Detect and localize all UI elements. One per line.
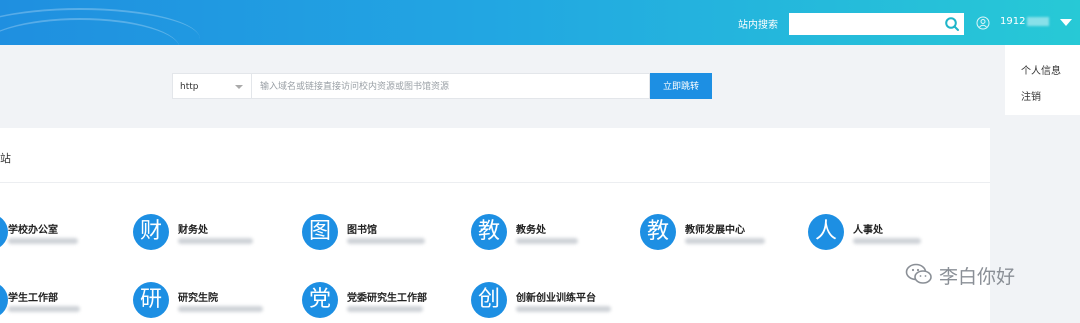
site-name: 学生工作部 (8, 293, 58, 304)
site-name: 教务处 (516, 225, 546, 236)
site-search-input[interactable] (793, 15, 933, 33)
site-url-redacted (853, 238, 921, 244)
site-icon: 人 (808, 214, 844, 250)
site-search-box (789, 13, 964, 35)
jump-button[interactable]: 立即跳转 (650, 73, 712, 99)
site-link-student-affairs[interactable]: 学生工作部 (0, 282, 120, 322)
site-url-redacted (516, 306, 611, 312)
site-link-president-office[interactable]: 学校办公室 (0, 214, 120, 254)
site-name: 图书馆 (347, 225, 377, 236)
site-url-redacted (178, 306, 263, 312)
chevron-down-icon (235, 85, 243, 89)
site-icon: 教 (471, 214, 507, 250)
site-url-redacted (178, 238, 253, 244)
menu-item-logout[interactable]: 注销 (1021, 88, 1041, 103)
top-header: 站内搜索 1912 (0, 0, 1080, 45)
site-link-graduate-school[interactable]: 研 研究生院 (133, 282, 283, 322)
menu-item-profile[interactable]: 个人信息 (1021, 62, 1061, 77)
panel-title: 站 (0, 152, 11, 165)
search-icon[interactable] (944, 16, 960, 32)
protocol-value: http (180, 82, 199, 92)
site-link-teacher-development[interactable]: 教 教师发展中心 (640, 214, 790, 254)
site-name: 党委研究生工作部 (347, 293, 427, 304)
wechat-icon (905, 263, 932, 284)
site-icon: 研 (133, 282, 169, 318)
username[interactable]: 1912 (1000, 16, 1050, 27)
chevron-down-icon[interactable] (1060, 19, 1072, 26)
site-link-human-resources[interactable]: 人 人事处 (808, 214, 948, 254)
site-name: 学校办公室 (8, 225, 58, 236)
sites-panel: 站 学校办公室 财 财务处 图 图书馆 教 教务处 教 教师发展中心 人 人事处… (0, 128, 990, 323)
site-url-redacted (347, 306, 423, 312)
site-link-library[interactable]: 图 图书馆 (302, 214, 442, 254)
site-url-redacted (685, 238, 765, 244)
username-text: 1912 (1000, 16, 1026, 27)
site-icon: 教 (640, 214, 676, 250)
site-url-redacted (516, 238, 578, 244)
site-icon (0, 214, 8, 250)
site-link-graduate-party-committee[interactable]: 党 党委研究生工作部 (302, 282, 462, 322)
user-icon[interactable] (976, 16, 990, 30)
site-icon (0, 282, 8, 318)
site-name: 创新创业训练平台 (516, 293, 596, 304)
site-url-redacted (8, 306, 80, 312)
site-name: 研究生院 (178, 293, 218, 304)
url-input[interactable] (252, 73, 650, 99)
site-icon: 创 (471, 282, 507, 318)
site-link-finance[interactable]: 财 财务处 (133, 214, 273, 254)
username-redacted (1027, 16, 1050, 26)
site-icon: 财 (133, 214, 169, 250)
watermark-text: 李白你好 (939, 266, 1016, 288)
site-name: 人事处 (853, 225, 883, 236)
site-link-innovation-platform[interactable]: 创 创新创业训练平台 (471, 282, 631, 322)
site-url-redacted (8, 238, 78, 244)
user-dropdown-menu: 个人信息 注销 (1005, 45, 1080, 115)
watermark: 李白你好 (905, 258, 1055, 292)
site-icon: 党 (302, 282, 338, 318)
site-link-academic-affairs[interactable]: 教 教务处 (471, 214, 611, 254)
divider (0, 182, 990, 183)
site-search-label: 站内搜索 (738, 20, 778, 31)
site-icon: 图 (302, 214, 338, 250)
protocol-select[interactable]: http (172, 73, 252, 99)
site-url-redacted (347, 238, 425, 244)
site-name: 教师发展中心 (685, 225, 745, 236)
site-name: 财务处 (178, 225, 208, 236)
